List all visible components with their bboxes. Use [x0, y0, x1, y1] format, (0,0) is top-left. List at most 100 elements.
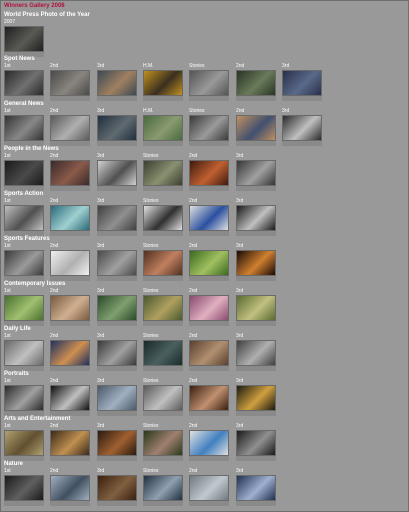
photo-thumbnail[interactable]	[143, 430, 183, 456]
gallery-item[interactable]: 3rd	[97, 153, 137, 191]
gallery-item[interactable]: 2nd	[189, 153, 229, 191]
gallery-item[interactable]: Stories	[189, 63, 229, 101]
gallery-item[interactable]: H.M.	[143, 63, 183, 101]
photo-thumbnail[interactable]	[143, 385, 183, 411]
gallery-item[interactable]: 2nd	[50, 288, 90, 326]
photo-thumbnail[interactable]	[50, 70, 90, 96]
gallery-item[interactable]: 2nd	[189, 468, 229, 506]
gallery-item[interactable]: 2nd	[50, 423, 90, 461]
photo-thumbnail[interactable]	[4, 70, 44, 96]
gallery-item[interactable]: 2nd	[236, 63, 276, 101]
photo-thumbnail[interactable]	[236, 70, 276, 96]
photo-thumbnail[interactable]	[97, 205, 137, 231]
photo-thumbnail[interactable]	[143, 205, 183, 231]
gallery-item[interactable]: Stories	[143, 243, 183, 281]
photo-thumbnail[interactable]	[189, 385, 229, 411]
gallery-item[interactable]: 3rd	[236, 378, 276, 416]
photo-thumbnail[interactable]	[143, 475, 183, 501]
photo-thumbnail[interactable]	[189, 475, 229, 501]
gallery-item[interactable]: Stories	[143, 333, 183, 371]
gallery-item[interactable]: 2nd	[189, 198, 229, 236]
photo-thumbnail[interactable]	[236, 115, 276, 141]
photo-thumbnail[interactable]	[97, 340, 137, 366]
gallery-item[interactable]: 2nd	[50, 63, 90, 101]
photo-thumbnail[interactable]	[236, 295, 276, 321]
photo-thumbnail[interactable]	[282, 70, 322, 96]
photo-thumbnail[interactable]	[4, 385, 44, 411]
photo-thumbnail[interactable]	[97, 250, 137, 276]
photo-thumbnail[interactable]	[97, 115, 137, 141]
gallery-item[interactable]: 2nd	[50, 153, 90, 191]
gallery-item[interactable]: 1st	[4, 153, 44, 191]
photo-thumbnail[interactable]	[189, 295, 229, 321]
gallery-item[interactable]: 3rd	[97, 63, 137, 101]
photo-thumbnail[interactable]	[50, 385, 90, 411]
gallery-item[interactable]: 2nd	[50, 243, 90, 281]
photo-thumbnail[interactable]	[282, 115, 322, 141]
photo-thumbnail[interactable]	[50, 205, 90, 231]
photo-thumbnail[interactable]	[236, 250, 276, 276]
gallery-item[interactable]: 2nd	[50, 108, 90, 146]
gallery-item[interactable]: Stories	[143, 468, 183, 506]
gallery-item[interactable]: 3rd	[97, 378, 137, 416]
gallery-item[interactable]: 2nd	[189, 378, 229, 416]
photo-thumbnail[interactable]	[4, 250, 44, 276]
photo-thumbnail[interactable]	[50, 295, 90, 321]
photo-thumbnail[interactable]	[189, 430, 229, 456]
gallery-item[interactable]: 1st	[4, 288, 44, 326]
gallery-item[interactable]: 3rd	[97, 243, 137, 281]
photo-thumbnail[interactable]	[143, 70, 183, 96]
gallery-item[interactable]: 3rd	[236, 243, 276, 281]
gallery-item[interactable]: 2nd	[189, 243, 229, 281]
photo-thumbnail[interactable]	[189, 115, 229, 141]
photo-thumbnail[interactable]	[50, 340, 90, 366]
gallery-item[interactable]: Stories	[143, 153, 183, 191]
gallery-item[interactable]: 1st	[4, 198, 44, 236]
gallery-item[interactable]: 1st	[4, 423, 44, 461]
photo-thumbnail[interactable]	[189, 70, 229, 96]
photo-thumbnail[interactable]	[236, 160, 276, 186]
gallery-item[interactable]: 3rd	[236, 333, 276, 371]
gallery-item[interactable]: 2nd	[50, 198, 90, 236]
photo-thumbnail[interactable]	[4, 205, 44, 231]
photo-thumbnail[interactable]	[97, 160, 137, 186]
photo-thumbnail[interactable]	[4, 160, 44, 186]
photo-thumbnail[interactable]	[4, 295, 44, 321]
photo-thumbnail[interactable]	[236, 340, 276, 366]
gallery-item[interactable]: 2007	[4, 19, 44, 57]
photo-thumbnail[interactable]	[50, 160, 90, 186]
photo-thumbnail[interactable]	[50, 475, 90, 501]
photo-thumbnail[interactable]	[143, 250, 183, 276]
gallery-item[interactable]: 3rd	[97, 198, 137, 236]
gallery-item[interactable]: 1st	[4, 243, 44, 281]
gallery-item[interactable]: 2nd	[189, 288, 229, 326]
gallery-item[interactable]: 1st	[4, 63, 44, 101]
gallery-item[interactable]: 3rd	[97, 468, 137, 506]
gallery-item[interactable]: Stories	[189, 108, 229, 146]
photo-thumbnail[interactable]	[236, 205, 276, 231]
gallery-item[interactable]: 1st	[4, 468, 44, 506]
gallery-item[interactable]: 3rd	[236, 423, 276, 461]
gallery-item[interactable]: Stories	[143, 378, 183, 416]
photo-thumbnail[interactable]	[143, 340, 183, 366]
photo-thumbnail[interactable]	[97, 430, 137, 456]
photo-thumbnail[interactable]	[4, 475, 44, 501]
photo-thumbnail[interactable]	[189, 340, 229, 366]
photo-thumbnail[interactable]	[97, 385, 137, 411]
photo-thumbnail[interactable]	[143, 115, 183, 141]
photo-thumbnail[interactable]	[97, 295, 137, 321]
photo-thumbnail[interactable]	[50, 115, 90, 141]
photo-thumbnail[interactable]	[189, 250, 229, 276]
gallery-item[interactable]: 2nd	[189, 423, 229, 461]
gallery-item[interactable]: 1st	[4, 333, 44, 371]
gallery-item[interactable]: 1st	[4, 108, 44, 146]
gallery-item[interactable]: 3rd	[97, 333, 137, 371]
gallery-item[interactable]: Stories	[143, 423, 183, 461]
gallery-item[interactable]: 2nd	[50, 468, 90, 506]
photo-thumbnail[interactable]	[4, 26, 44, 52]
gallery-item[interactable]: Stories	[143, 198, 183, 236]
gallery-item[interactable]: 3rd	[282, 63, 322, 101]
gallery-item[interactable]: 1st	[4, 378, 44, 416]
photo-thumbnail[interactable]	[4, 430, 44, 456]
photo-thumbnail[interactable]	[50, 250, 90, 276]
